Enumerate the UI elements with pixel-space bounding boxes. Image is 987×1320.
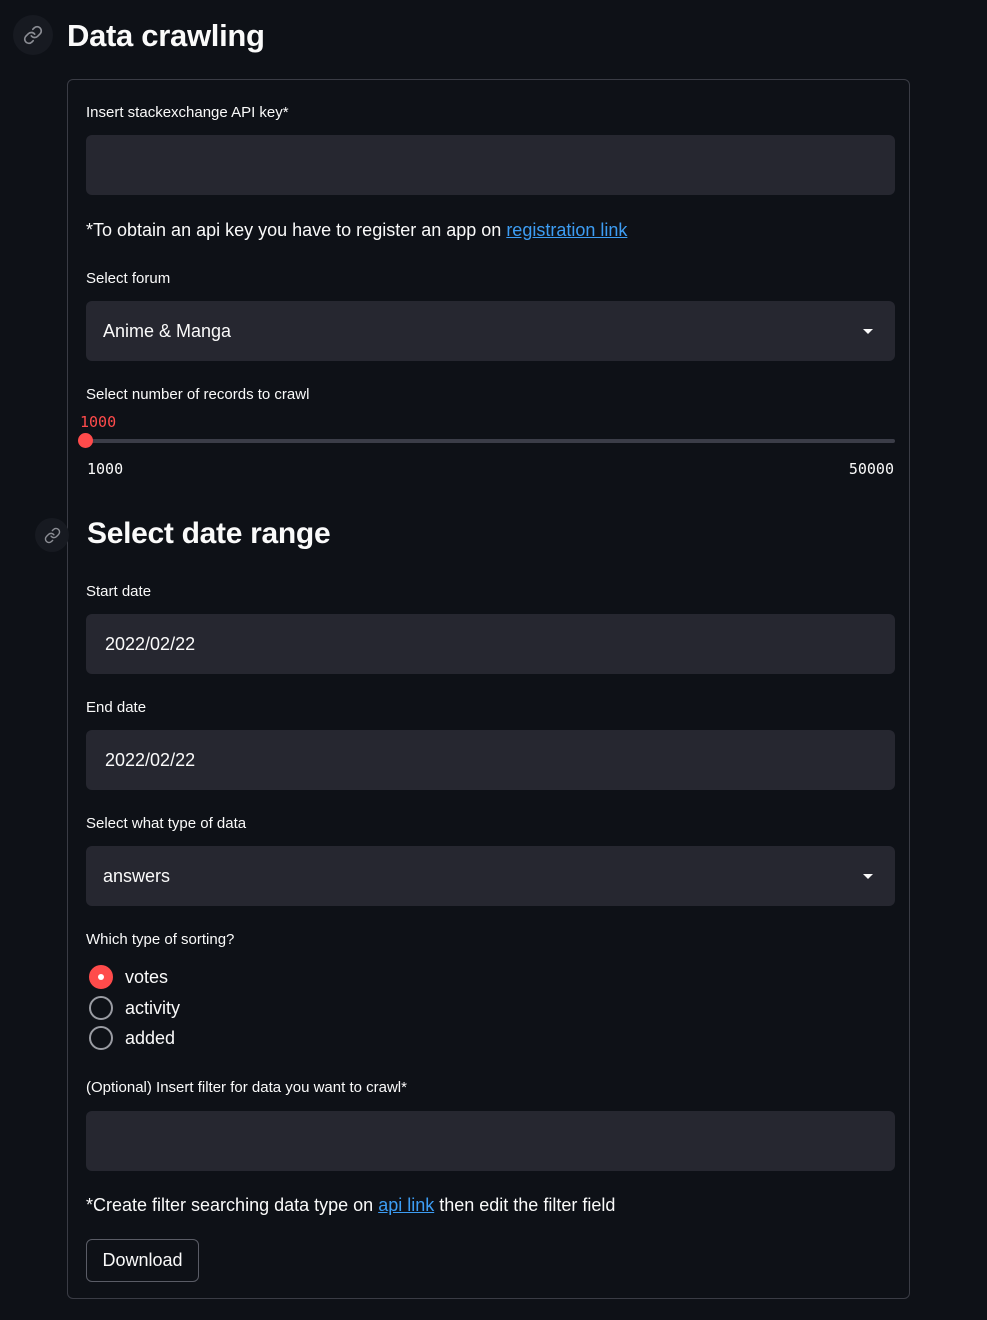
filter-help-prefix: *Create filter searching data type on: [86, 1195, 374, 1215]
forum-label: Select forum: [86, 270, 171, 287]
slider-min-value: 1000: [87, 460, 124, 478]
date-range-heading: Select date range: [87, 517, 331, 550]
filter-help: *Create filter searching data type on ap…: [86, 1193, 615, 1217]
api-key-help-text: *To obtain an api key you have to regist…: [86, 220, 502, 240]
chevron-down-icon: [863, 873, 873, 879]
slider-current-value: 1000: [80, 413, 117, 431]
end-date-input[interactable]: [86, 730, 895, 790]
radio-label: activity: [125, 997, 181, 1018]
radio-option-added[interactable]: added: [89, 1026, 175, 1050]
api-key-help: *To obtain an api key you have to regist…: [86, 218, 627, 242]
chevron-down-icon: [863, 328, 873, 334]
records-label: Select number of records to crawl: [86, 386, 310, 403]
slider-track[interactable]: [86, 439, 895, 443]
radio-button[interactable]: [89, 1026, 113, 1050]
download-button[interactable]: Download: [86, 1239, 199, 1282]
radio-label: added: [125, 1027, 176, 1048]
radio-option-activity[interactable]: activity: [89, 996, 180, 1020]
forum-select[interactable]: Anime & Manga: [86, 301, 895, 361]
app-page: Data crawling Insert stackexchange API k…: [0, 0, 987, 1320]
api-link[interactable]: api link: [378, 1195, 434, 1215]
crawl-form: Insert stackexchange API key* *To obtain…: [35, 79, 910, 1299]
registration-link[interactable]: registration link: [506, 220, 627, 240]
section-anchor-link-icon[interactable]: [35, 518, 69, 552]
filter-input[interactable]: [86, 1111, 895, 1171]
data-type-label: Select what type of data: [86, 815, 247, 832]
radio-button[interactable]: [89, 996, 113, 1020]
start-date-input[interactable]: [86, 614, 895, 674]
radio-label: votes: [125, 966, 169, 987]
api-key-label: Insert stackexchange API key*: [86, 104, 289, 121]
radio-button-checked[interactable]: [89, 965, 113, 989]
start-date-label: Start date: [86, 583, 152, 600]
forum-selected-value: Anime & Manga: [103, 320, 232, 341]
sorting-label: Which type of sorting?: [86, 931, 235, 948]
filter-help-suffix: then edit the filter field: [439, 1195, 616, 1215]
radio-option-votes[interactable]: votes: [89, 965, 168, 989]
title-anchor-link-icon[interactable]: [13, 15, 53, 55]
data-type-select[interactable]: answers: [86, 846, 895, 906]
api-key-input[interactable]: [86, 135, 895, 195]
slider-max-value: 50000: [848, 460, 894, 478]
filter-label: (Optional) Insert filter for data you wa…: [86, 1079, 407, 1096]
slider-thumb[interactable]: [78, 433, 93, 448]
page-title: Data crawling: [67, 18, 265, 53]
end-date-label: End date: [86, 699, 147, 716]
data-type-selected-value: answers: [103, 865, 171, 886]
